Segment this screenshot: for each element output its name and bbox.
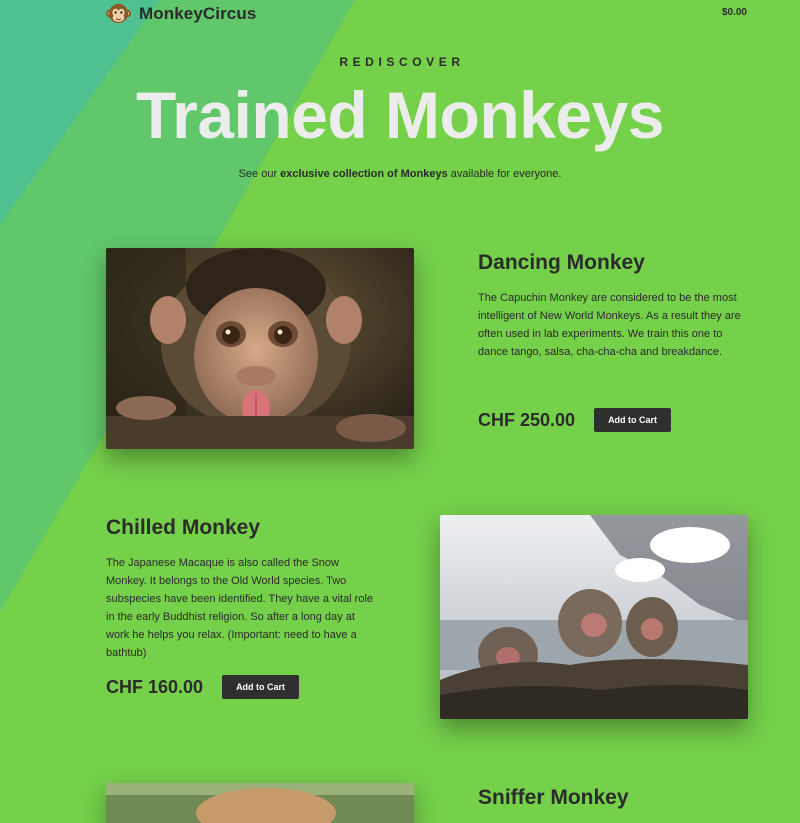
- product-name[interactable]: Chilled Monkey: [106, 516, 406, 540]
- product-image-dancing-monkey[interactable]: [106, 248, 414, 449]
- product-description: The Capuchin Monkey are considered to be…: [478, 292, 741, 358]
- hero-section: REDISCOVER Trained Monkeys See our exclu…: [0, 55, 800, 180]
- hero-subtitle-post: available for everyone.: [447, 168, 562, 181]
- hero-subtitle-pre: See our: [238, 168, 281, 181]
- monkey-face-icon: [106, 3, 131, 24]
- product-card-dancing-monkey: Dancing Monkey The Capuchin Monkey are c…: [478, 251, 768, 441]
- hero-subtitle-bold: exclusive collection of Monkeys: [280, 168, 448, 181]
- hero-title: Trained Monkeys: [135, 78, 665, 152]
- add-to-cart-button[interactable]: Add to Cart: [222, 675, 300, 699]
- product-price: CHF 250.00: [478, 409, 576, 430]
- sniffer-monkey-photo: [106, 783, 414, 823]
- snow-monkey-photo: [440, 515, 748, 719]
- site-header: MonkeyCircus $0.00: [0, 0, 800, 28]
- product-card-chilled-monkey: Chilled Monkey The Japanese Macaque is a…: [106, 516, 406, 706]
- cart-total[interactable]: $0.00: [722, 7, 747, 18]
- hero-eyebrow: REDISCOVER: [339, 55, 465, 69]
- product-buy-row: CHF 160.00 Add to Cart: [106, 675, 300, 699]
- product-image-sniffer-monkey[interactable]: [106, 783, 414, 823]
- product-name[interactable]: Dancing Monkey: [478, 251, 768, 275]
- product-description: The Japanese Macaque is also called the …: [106, 557, 374, 659]
- add-to-cart-button[interactable]: Add to Cart: [594, 408, 672, 432]
- product-price: CHF 160.00: [106, 676, 204, 697]
- brand-name: MonkeyCircus: [139, 3, 257, 23]
- brand-logo[interactable]: MonkeyCircus: [106, 1, 256, 26]
- hero-subtitle: See our exclusive collection of Monkeys …: [0, 168, 800, 180]
- product-buy-row: CHF 250.00 Add to Cart: [478, 408, 672, 432]
- product-image-chilled-monkey[interactable]: [440, 515, 748, 719]
- product-name[interactable]: Sniffer Monkey: [478, 786, 768, 810]
- product-card-sniffer-monkey: Sniffer Monkey: [478, 786, 768, 810]
- capuchin-photo: [106, 248, 414, 449]
